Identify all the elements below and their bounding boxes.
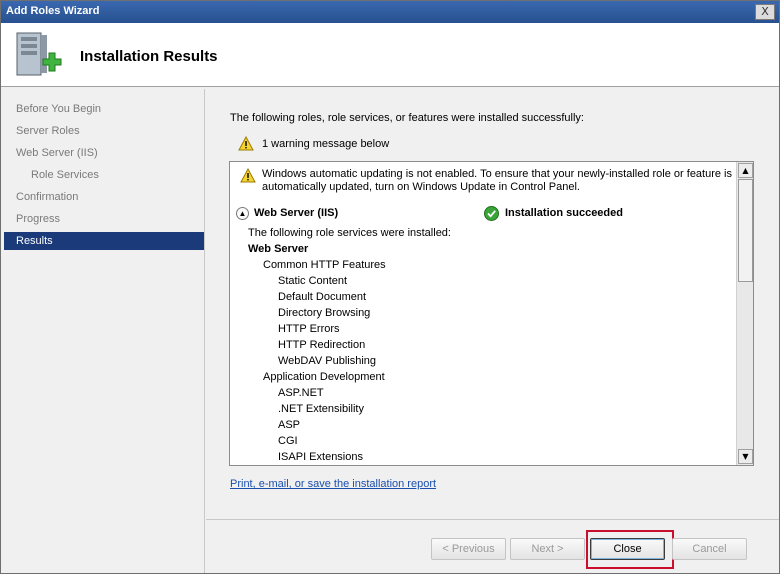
page-title: Installation Results	[80, 48, 218, 65]
window-close-button[interactable]: X	[755, 4, 775, 20]
installed-intro: The following role services were install…	[248, 227, 451, 239]
wizard-steps-sidebar: Before You Begin Server Roles Web Server…	[4, 89, 205, 573]
add-roles-wizard-window: Add Roles Wizard X Installation Results …	[0, 0, 780, 574]
server-add-icon	[16, 32, 62, 76]
wizard-header: Installation Results	[1, 23, 779, 87]
step-progress[interactable]: Progress	[4, 210, 204, 228]
installed-service-item: WebDAV Publishing	[278, 355, 377, 367]
installed-service-item: ASP	[278, 419, 301, 431]
step-results[interactable]: Results	[4, 232, 204, 250]
scroll-down-arrow-icon[interactable]: ▼	[738, 449, 753, 464]
warning-icon	[238, 136, 254, 151]
close-button[interactable]: Close	[590, 538, 665, 560]
collapse-chevron-up-icon[interactable]: ▲	[236, 207, 249, 220]
title-bar: Add Roles Wizard X	[1, 1, 779, 23]
warning-summary: 1 warning message below	[238, 136, 389, 154]
window-title: Add Roles Wizard	[6, 5, 100, 17]
results-panel: The following roles, role services, or f…	[206, 89, 779, 517]
section-title: Web Server (IIS)	[254, 207, 339, 219]
installed-service-item: Directory Browsing	[278, 307, 371, 319]
check-success-icon	[484, 206, 499, 221]
installed-service-item: Common HTTP Features	[263, 259, 386, 271]
warning-message-text: Windows automatic updating is not enable…	[262, 168, 733, 193]
step-confirmation[interactable]: Confirmation	[4, 188, 204, 206]
scroll-thumb[interactable]	[738, 179, 753, 282]
installed-service-item: CGI	[278, 435, 298, 447]
installed-service-item: HTTP Redirection	[278, 339, 366, 351]
section-header-web-server: ▲ Web Server (IIS) Installation succeede…	[236, 206, 732, 222]
installed-service-item: Static Content	[278, 275, 348, 287]
results-lead-text: The following roles, role services, or f…	[230, 112, 584, 124]
installed-service-item: Default Document	[278, 291, 367, 303]
step-web-server-iis[interactable]: Web Server (IIS)	[4, 144, 204, 162]
next-button[interactable]: Next >	[510, 538, 585, 560]
installed-service-item: Application Development	[263, 371, 385, 383]
results-content: Windows automatic updating is not enable…	[230, 162, 736, 465]
installed-service-item: ASP.NET	[278, 387, 324, 399]
wizard-footer: < Previous Next > Close Cancel	[206, 519, 779, 573]
installation-report-link[interactable]: Print, e-mail, or save the installation …	[230, 478, 436, 490]
results-vertical-scrollbar[interactable]: ▲ ▼	[736, 162, 753, 465]
step-role-services[interactable]: Role Services	[4, 166, 204, 184]
installed-service-item: Web Server	[248, 243, 309, 255]
step-before-you-begin[interactable]: Before You Begin	[4, 100, 204, 118]
step-server-roles[interactable]: Server Roles	[4, 122, 204, 140]
installed-service-item: HTTP Errors	[278, 323, 340, 335]
cancel-button[interactable]: Cancel	[672, 538, 747, 560]
section-status: Installation succeeded	[505, 207, 623, 219]
installed-service-item: .NET Extensibility	[278, 403, 364, 415]
results-list-box[interactable]: Windows automatic updating is not enable…	[229, 161, 754, 466]
installed-service-item: ISAPI Extensions	[278, 451, 363, 463]
scroll-up-arrow-icon[interactable]: ▲	[738, 163, 753, 178]
previous-button[interactable]: < Previous	[431, 538, 506, 560]
warning-summary-text: 1 warning message below	[262, 138, 390, 150]
warning-icon	[240, 168, 256, 183]
